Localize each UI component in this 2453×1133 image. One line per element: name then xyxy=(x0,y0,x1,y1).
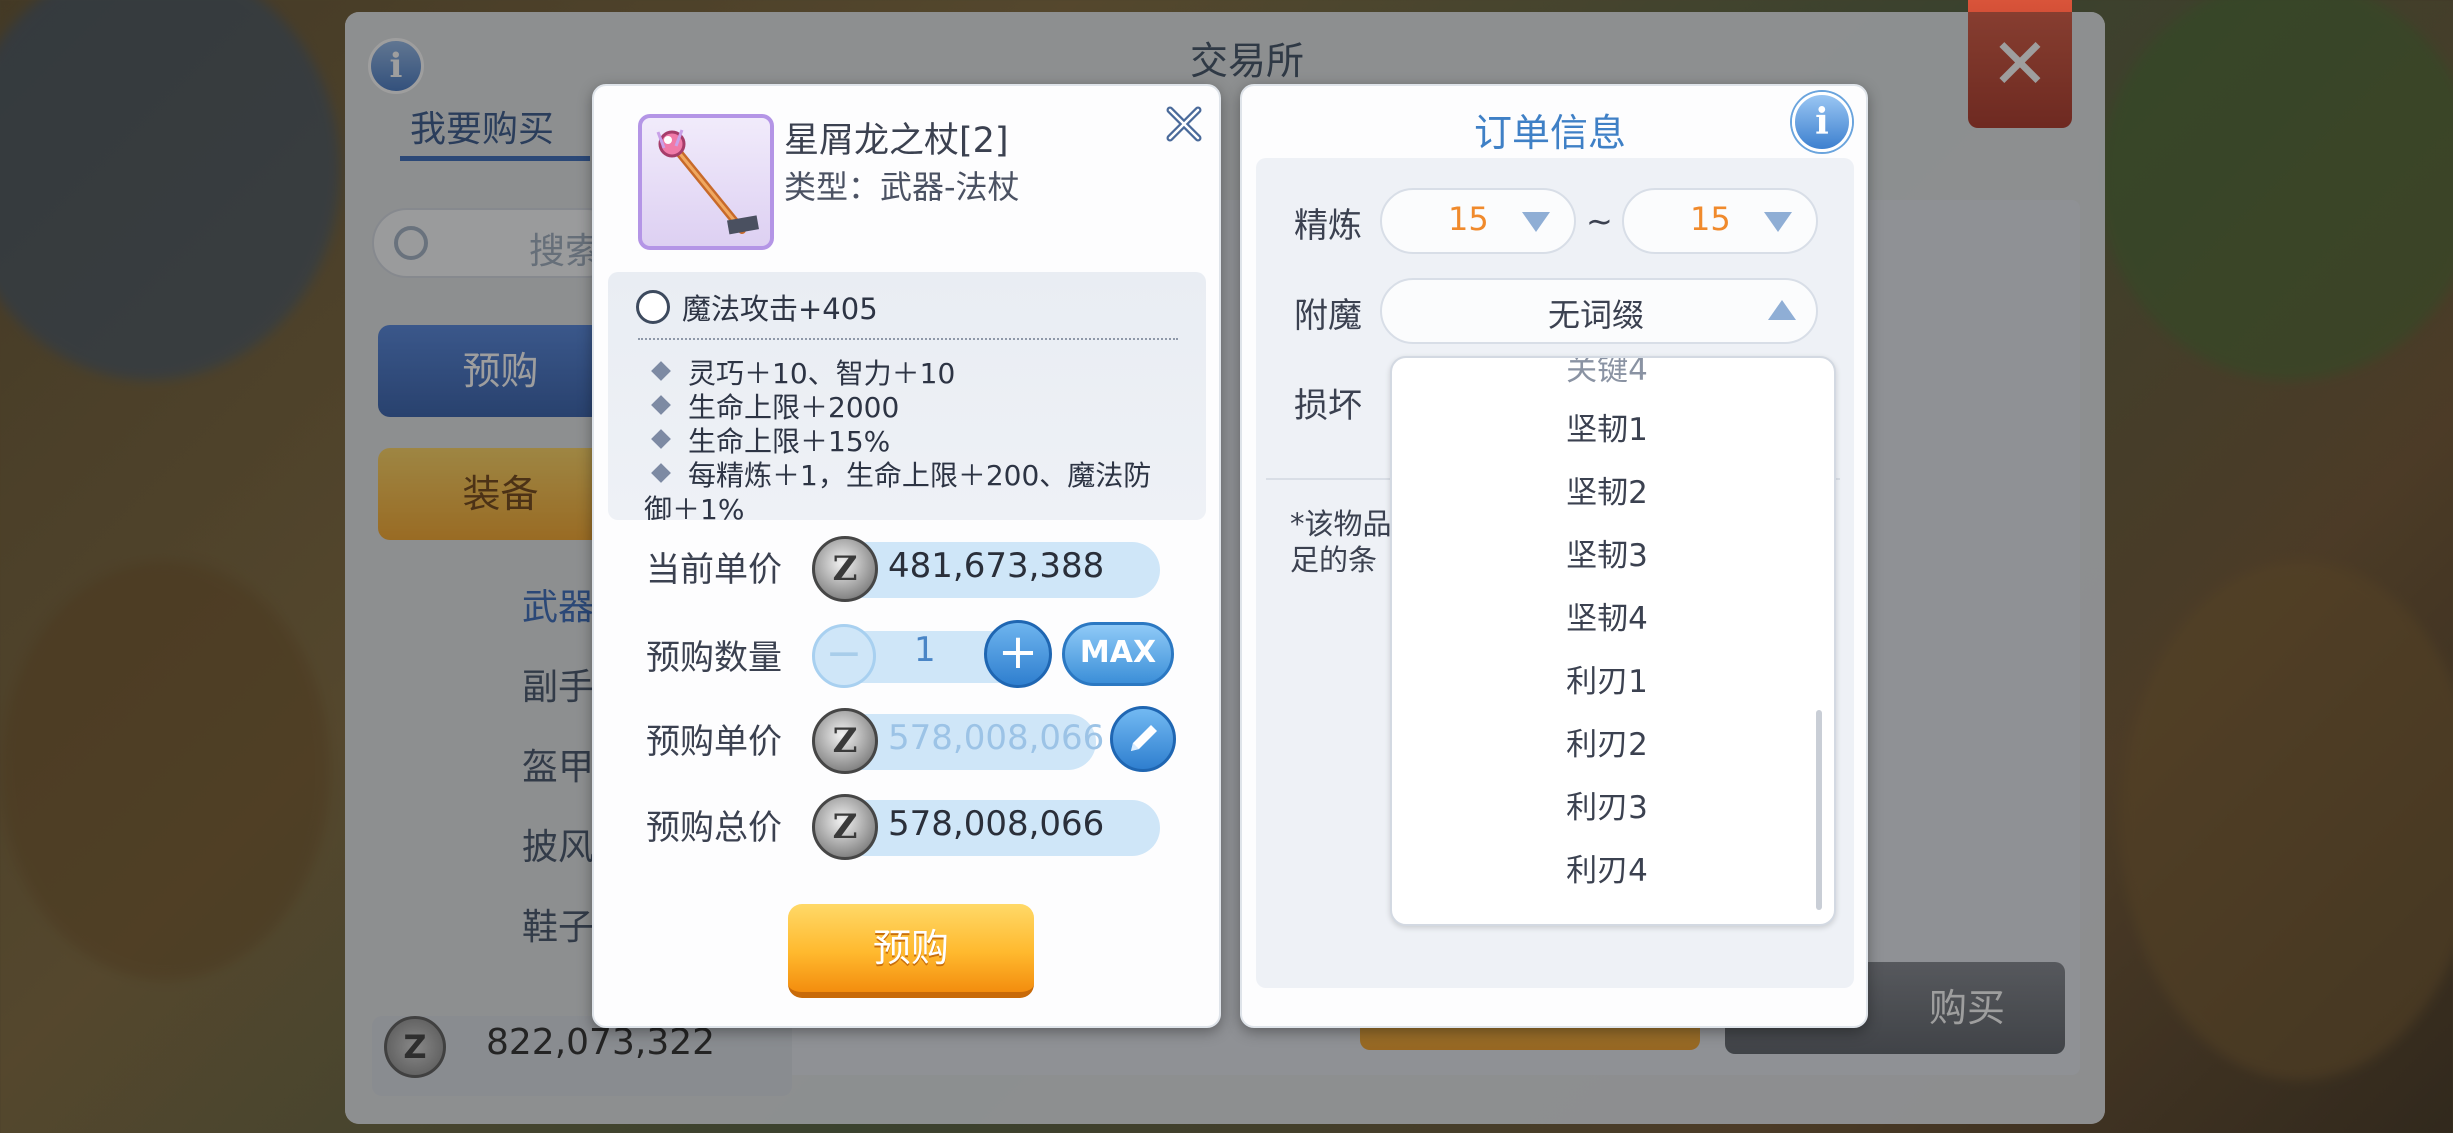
chevron-down-icon xyxy=(1764,212,1792,232)
order-info-title: 订单信息 xyxy=(1474,111,1627,155)
bullet-icon xyxy=(651,463,671,483)
main-stat: 魔法攻击+405 xyxy=(682,292,878,326)
bullet-icon xyxy=(651,429,671,449)
order-note: *该物品 足的条 xyxy=(1290,507,1392,577)
enchant-option[interactable]: 利刃1 xyxy=(1392,656,1822,701)
edit-price-button[interactable] xyxy=(1110,706,1176,772)
enchant-option[interactable]: 坚韧4 xyxy=(1392,593,1822,638)
quantity-plus-button[interactable]: + xyxy=(984,620,1052,688)
enchant-option[interactable]: 坚韧3 xyxy=(1392,530,1822,575)
refine-min-dropdown[interactable]: 15 xyxy=(1380,188,1576,254)
order-info-panel: 订单信息 i 精炼 15 ~ 15 附魔 无词缀 损坏 *该物品 足的条 关键4… xyxy=(1240,84,1868,1028)
prebuy-confirm-button[interactable]: 预购 xyxy=(788,904,1034,998)
magic-attack-icon xyxy=(636,290,670,324)
refine-min-value: 15 xyxy=(1448,200,1489,238)
refine-max-dropdown[interactable]: 15 xyxy=(1622,188,1818,254)
enchant-option[interactable]: 利刃2 xyxy=(1392,719,1822,764)
item-stats-box: 魔法攻击+405 灵巧＋10、智力＋10 生命上限＋2000 生命上限＋15% … xyxy=(608,272,1206,520)
enchant-option[interactable]: 利刃4 xyxy=(1392,845,1822,890)
enchant-option[interactable]: 坚韧1 xyxy=(1392,404,1822,449)
close-icon[interactable] xyxy=(1160,100,1208,148)
quantity-minus-button[interactable]: − xyxy=(812,624,876,688)
chevron-up-icon xyxy=(1768,300,1796,320)
item-detail-panel: 星屑龙之杖[2] 类型：武器-法杖 魔法攻击+405 灵巧＋10、智力＋10 生… xyxy=(592,84,1221,1028)
order-info-icon[interactable]: i xyxy=(1792,92,1852,152)
quantity-value: 1 xyxy=(914,630,936,670)
zeny-coin-icon: Z xyxy=(812,536,878,602)
unit-price-label: 预购单价 xyxy=(646,722,782,762)
current-price-value: 481,673,388 xyxy=(888,546,1105,586)
stat-line-continued: 御＋1% xyxy=(644,493,745,520)
refine-max-value: 15 xyxy=(1690,200,1731,238)
staff-item-icon xyxy=(638,114,774,250)
zeny-coin-icon: Z xyxy=(812,794,878,860)
enchant-option[interactable]: 关键4 xyxy=(1392,358,1822,389)
enchant-option[interactable]: 利刃3 xyxy=(1392,782,1822,827)
enchant-dropdown[interactable]: 无词缀 xyxy=(1380,278,1818,344)
total-price-label: 预购总价 xyxy=(646,808,782,848)
total-price-value: 578,008,066 xyxy=(888,804,1105,844)
range-separator: ~ xyxy=(1586,202,1613,240)
stat-divider xyxy=(638,338,1178,340)
quantity-max-button[interactable]: MAX xyxy=(1062,622,1174,686)
options-scrollbar[interactable] xyxy=(1816,710,1822,910)
unit-price-value: 578,008,066 xyxy=(888,718,1105,758)
bullet-icon xyxy=(651,395,671,415)
quantity-label: 预购数量 xyxy=(646,638,782,678)
pencil-icon xyxy=(1131,725,1157,751)
enchant-options-list[interactable]: 关键4 坚韧1 坚韧2 坚韧3 坚韧4 利刃1 利刃2 利刃3 利刃4 xyxy=(1390,356,1836,926)
broken-label: 损坏 xyxy=(1294,386,1362,426)
item-type: 类型：武器-法杖 xyxy=(784,168,1020,206)
enchant-value: 无词缀 xyxy=(1548,296,1645,334)
zeny-coin-icon: Z xyxy=(812,708,878,774)
enchant-label: 附魔 xyxy=(1294,296,1362,336)
chevron-down-icon xyxy=(1522,212,1550,232)
enchant-option[interactable]: 坚韧2 xyxy=(1392,467,1822,512)
refine-label: 精炼 xyxy=(1294,206,1362,246)
item-name: 星屑龙之杖[2] xyxy=(784,121,1009,161)
current-price-label: 当前单价 xyxy=(646,550,782,590)
bullet-icon xyxy=(651,361,671,381)
